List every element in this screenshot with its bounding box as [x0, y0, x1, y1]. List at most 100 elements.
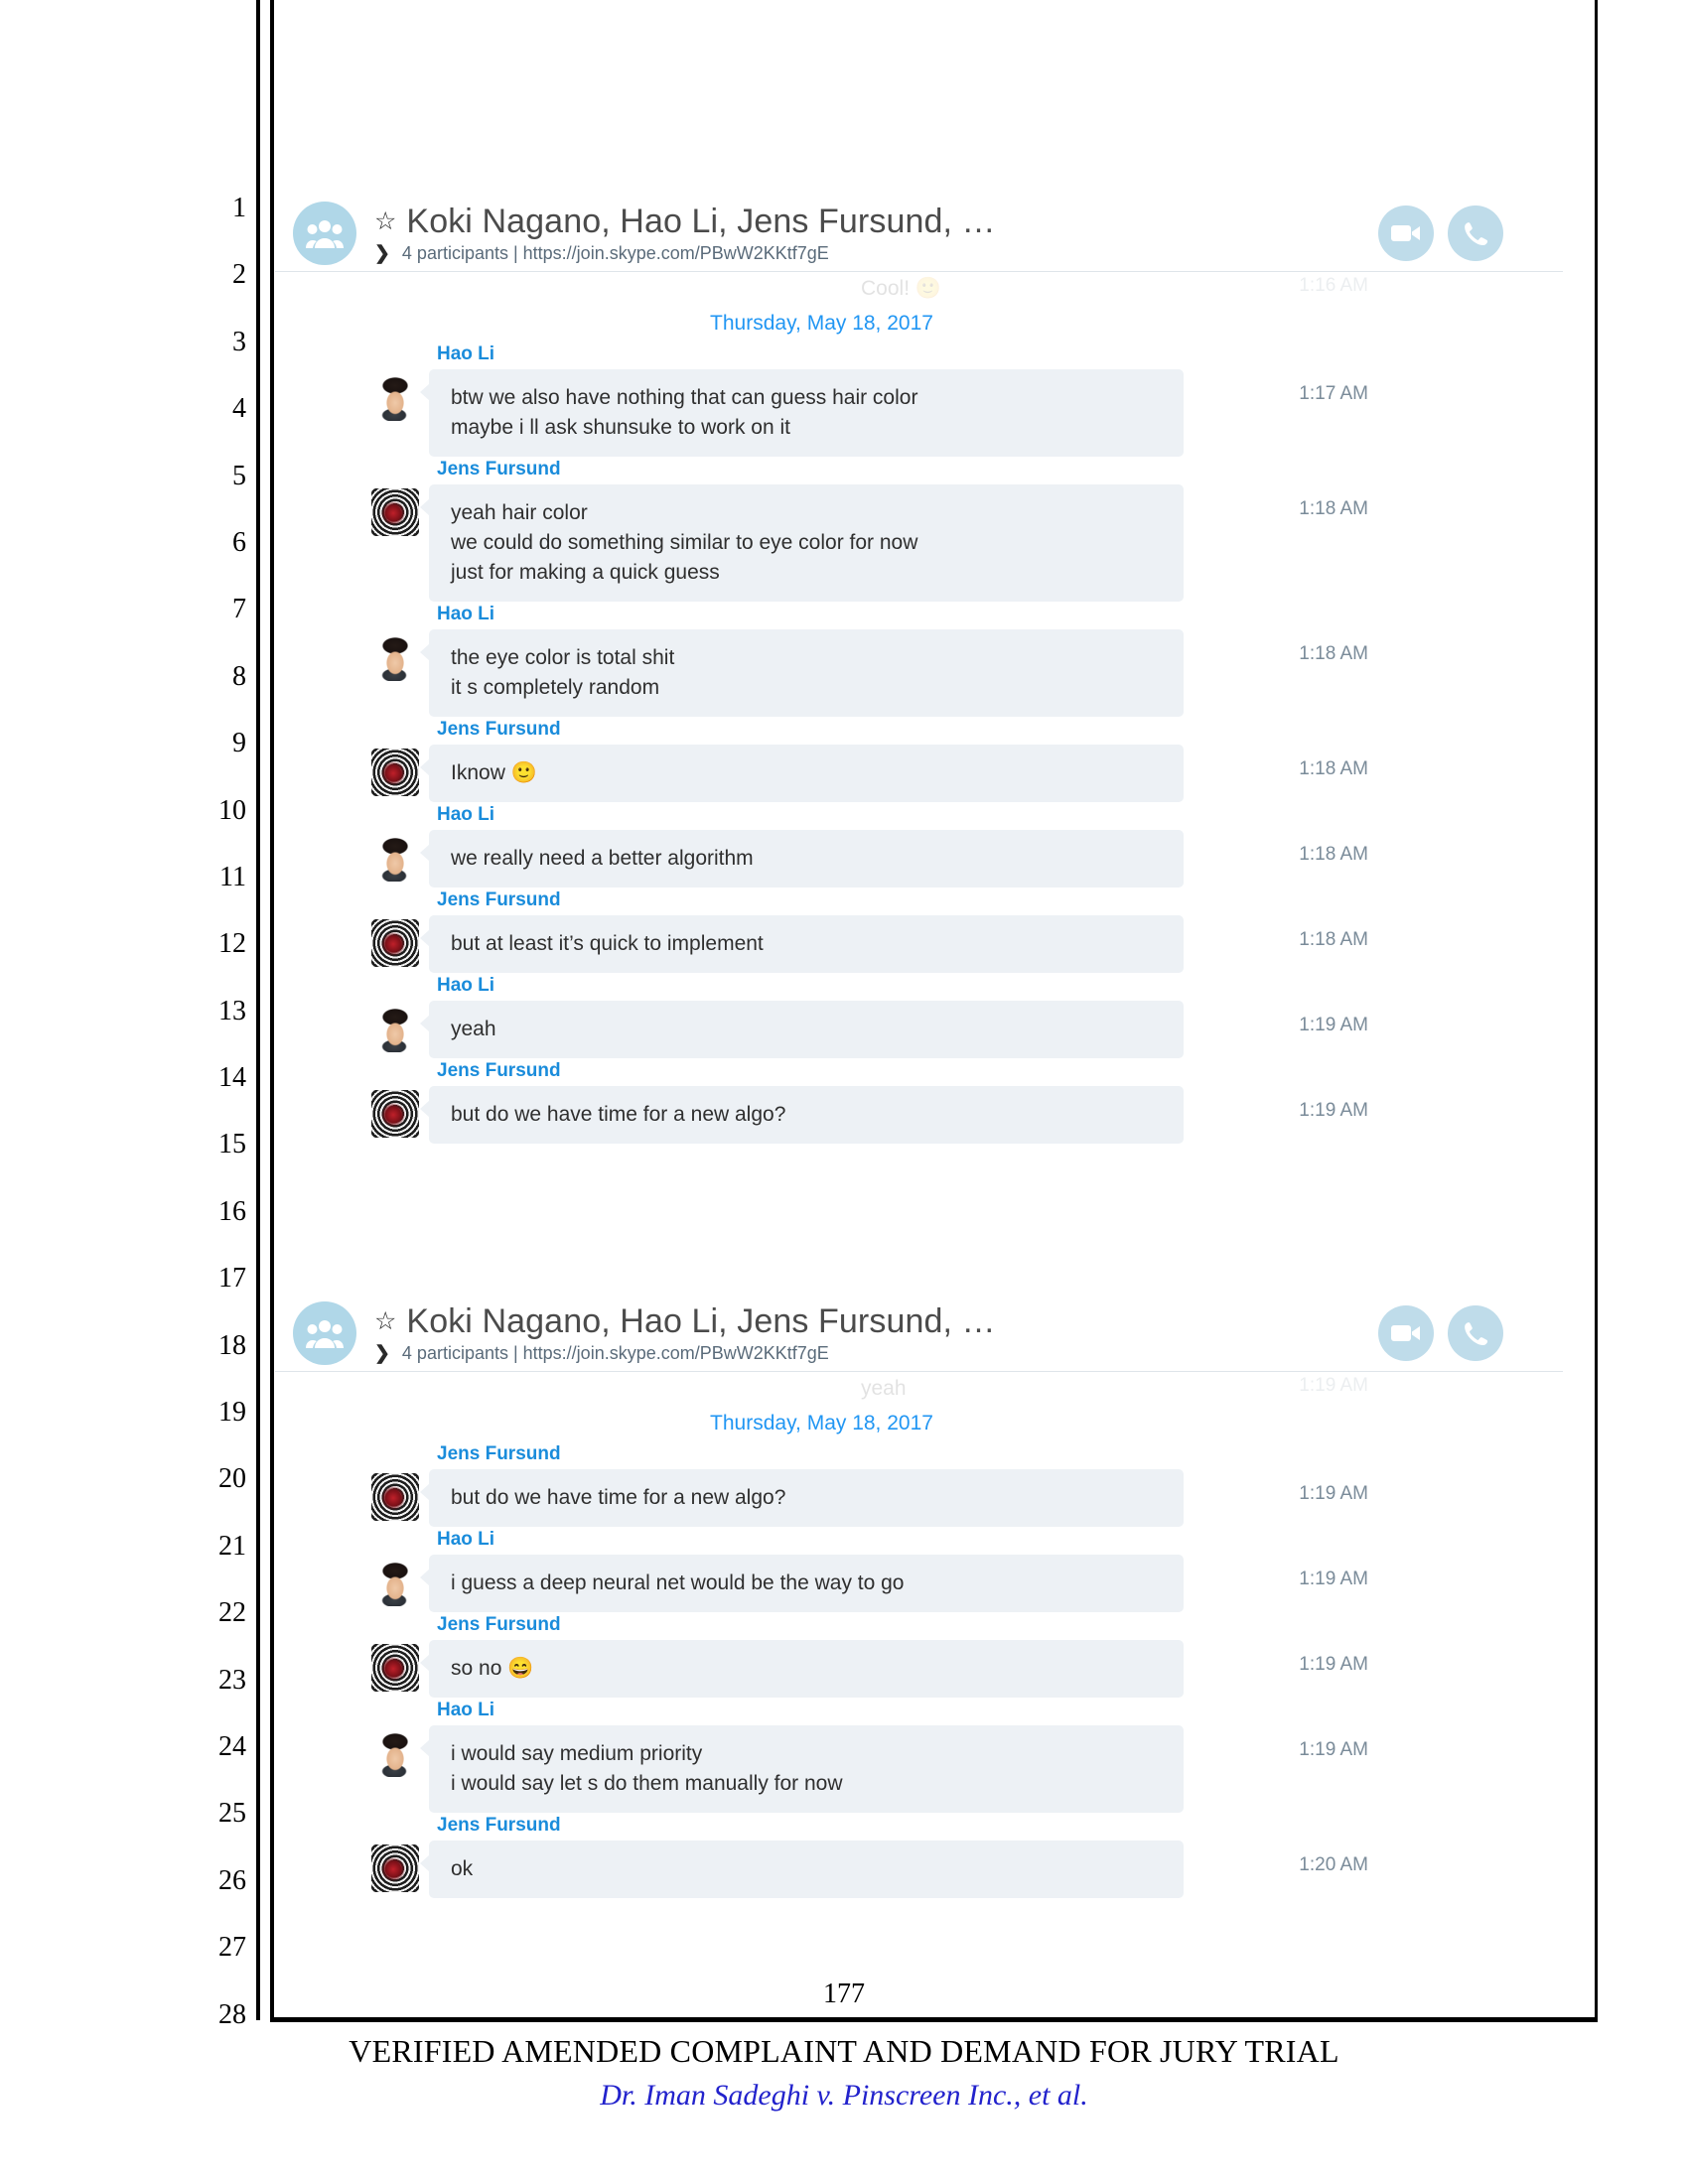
message-sender: Jens Fursund	[437, 889, 561, 910]
line-number: 16	[218, 1195, 246, 1227]
line-number: 23	[218, 1664, 246, 1696]
audio-call-button[interactable]	[1448, 205, 1503, 261]
avatar[interactable]	[371, 1844, 419, 1892]
favorite-star-icon[interactable]: ☆	[374, 208, 396, 234]
message-line: it s completely random	[451, 676, 660, 699]
avatar[interactable]	[371, 1729, 419, 1777]
chat-subtitle: 4 participants | https://join.skype.com/…	[401, 1342, 829, 1363]
avatar[interactable]	[371, 488, 419, 536]
message-group: Hao Li we really need a better algorithm 1…	[275, 804, 1563, 889]
message-timestamp: 1:18 AM	[1299, 643, 1368, 664]
message-timestamp: 1:18 AM	[1299, 758, 1368, 779]
line-number: 14	[218, 1062, 246, 1094]
message-row: but do we have time for a new algo? 1:19 …	[275, 1086, 1563, 1144]
message-sender: Hao Li	[437, 343, 495, 364]
message-bubble[interactable]: the eye color is total shit it s complete…	[420, 629, 1184, 717]
message-sender: Hao Li	[437, 1700, 495, 1720]
avatar[interactable]	[371, 373, 419, 421]
message-group: Jens Fursund yeah hair color we could do s…	[275, 459, 1563, 604]
message-bubble[interactable]: but do we have time for a new algo?	[420, 1469, 1184, 1527]
favorite-star-icon[interactable]: ☆	[374, 1308, 396, 1334]
message-line: i would say medium priority	[451, 1742, 703, 1765]
message-bubble[interactable]: so no 😄	[420, 1640, 1184, 1698]
partial-message-time: 1:19 AM	[1299, 1375, 1368, 1396]
avatar[interactable]	[371, 749, 419, 796]
chevron-right-icon[interactable]: ❯	[374, 1344, 390, 1363]
message-bubble[interactable]: Iknow 🙂	[420, 745, 1184, 802]
message-line: yeah	[451, 1018, 496, 1040]
message-sender: Jens Fursund	[437, 1060, 561, 1081]
line-number: 4	[232, 393, 246, 425]
message-sender: Hao Li	[437, 975, 495, 996]
line-number: 7	[232, 594, 246, 625]
avatar[interactable]	[371, 1644, 419, 1692]
avatar[interactable]	[371, 1473, 419, 1521]
message-bubble[interactable]: btw we also have nothing that can guess …	[420, 369, 1184, 457]
message-timestamp: 1:19 AM	[1299, 1100, 1368, 1121]
message-group: Jens Fursund but at least it’s quick to i…	[275, 889, 1563, 975]
message-line: so no 😄	[451, 1657, 534, 1680]
message-bubble[interactable]: yeah hair color we could do something sim…	[420, 484, 1184, 602]
message-timestamp: 1:19 AM	[1299, 1569, 1368, 1589]
message-line: we really need a better algorithm	[451, 847, 754, 870]
line-number: 21	[218, 1530, 246, 1562]
audio-call-button[interactable]	[1448, 1304, 1503, 1361]
message-timestamp: 1:19 AM	[1299, 1483, 1368, 1504]
message-row: ok 1:20 AM	[275, 1841, 1563, 1898]
message-bubble[interactable]: i guess a deep neural net would be the w…	[420, 1555, 1184, 1612]
header-actions	[1378, 205, 1563, 261]
chat-title: Koki Nagano, Hao Li, Jens Fursund, …	[406, 1301, 996, 1340]
line-number: 2	[232, 259, 246, 291]
partial-message: yeah 1:19 AM	[275, 1372, 1563, 1406]
message-sender: Hao Li	[437, 804, 495, 825]
avatar[interactable]	[371, 1005, 419, 1052]
message-sender: Jens Fursund	[437, 1815, 561, 1836]
message-group: Jens Fursund ok 1:20 AM	[275, 1815, 1563, 1900]
partial-message-time: 1:16 AM	[1299, 275, 1368, 296]
message-timestamp: 1:18 AM	[1299, 844, 1368, 865]
chevron-right-icon[interactable]: ❯	[374, 244, 390, 263]
message-line: just for making a quick guess	[451, 561, 720, 584]
pleading-page: 1 2 3 4 5 6 7 8 9 10 11 12 13 14 15 16 17 18 19 20 21 22 23 24 2…	[0, 0, 1688, 2184]
avatar[interactable]	[371, 834, 419, 882]
group-people-icon	[306, 1319, 344, 1348]
line-number: 6	[232, 526, 246, 558]
message-bubble[interactable]: but at least it’s quick to implement	[420, 915, 1184, 973]
message-group: Hao Li yeah 1:19 AM	[275, 975, 1563, 1060]
message-line: but at least it’s quick to implement	[451, 932, 764, 955]
avatar[interactable]	[371, 919, 419, 967]
line-number: 19	[218, 1397, 246, 1429]
message-line: Iknow 🙂	[451, 761, 537, 784]
footer-case: Dr. Iman Sadeghi v. Pinscreen Inc., et a…	[600, 2079, 1088, 2112]
footer-title: VERIFIED AMENDED COMPLAINT AND DEMAND FO…	[349, 2033, 1339, 2069]
line-number: 13	[218, 995, 246, 1026]
message-timestamp: 1:19 AM	[1299, 1654, 1368, 1675]
chat-message-list[interactable]: yeah 1:19 AM Thursday, May 18, 2017 Jens Fu…	[275, 1372, 1563, 1910]
avatar[interactable]	[371, 1559, 419, 1606]
message-bubble[interactable]: we really need a better algorithm	[420, 830, 1184, 887]
video-call-button[interactable]	[1378, 1304, 1434, 1361]
message-line: but do we have time for a new algo?	[451, 1103, 786, 1126]
message-bubble[interactable]: i would say medium priority i would say l…	[420, 1725, 1184, 1813]
group-people-icon	[306, 219, 344, 248]
header-actions	[1378, 1304, 1563, 1361]
message-sender: Jens Fursund	[437, 459, 561, 479]
group-avatar[interactable]	[293, 1300, 356, 1365]
chat-message-list[interactable]: Cool! 🙂 1:16 AM Thursday, May 18, 2017 Hao …	[275, 272, 1563, 1156]
message-row: so no 😄 1:19 AM	[275, 1640, 1563, 1698]
group-avatar[interactable]	[293, 201, 356, 265]
video-call-button[interactable]	[1378, 205, 1434, 261]
message-group: Hao Li i guess a deep neural net would be…	[275, 1529, 1563, 1614]
message-line: we could do something similar to eye col…	[451, 531, 918, 554]
avatar[interactable]	[371, 633, 419, 681]
partial-message-text: yeah	[861, 1377, 907, 1400]
avatar[interactable]	[371, 1090, 419, 1138]
line-number: 5	[232, 460, 246, 491]
skype-screenshot-2: ☆ Koki Nagano, Hao Li, Jens Fursund, … ❯ 4 …	[275, 1291, 1563, 1995]
message-bubble[interactable]: yeah	[420, 1001, 1184, 1058]
message-bubble[interactable]: but do we have time for a new algo?	[420, 1086, 1184, 1144]
chat-header-text: ☆ Koki Nagano, Hao Li, Jens Fursund, … ❯ 4 …	[374, 203, 1378, 264]
message-bubble[interactable]: ok	[420, 1841, 1184, 1898]
chat-header: ☆ Koki Nagano, Hao Li, Jens Fursund, … ❯ 4 …	[275, 1291, 1563, 1372]
line-number: 15	[218, 1129, 246, 1160]
